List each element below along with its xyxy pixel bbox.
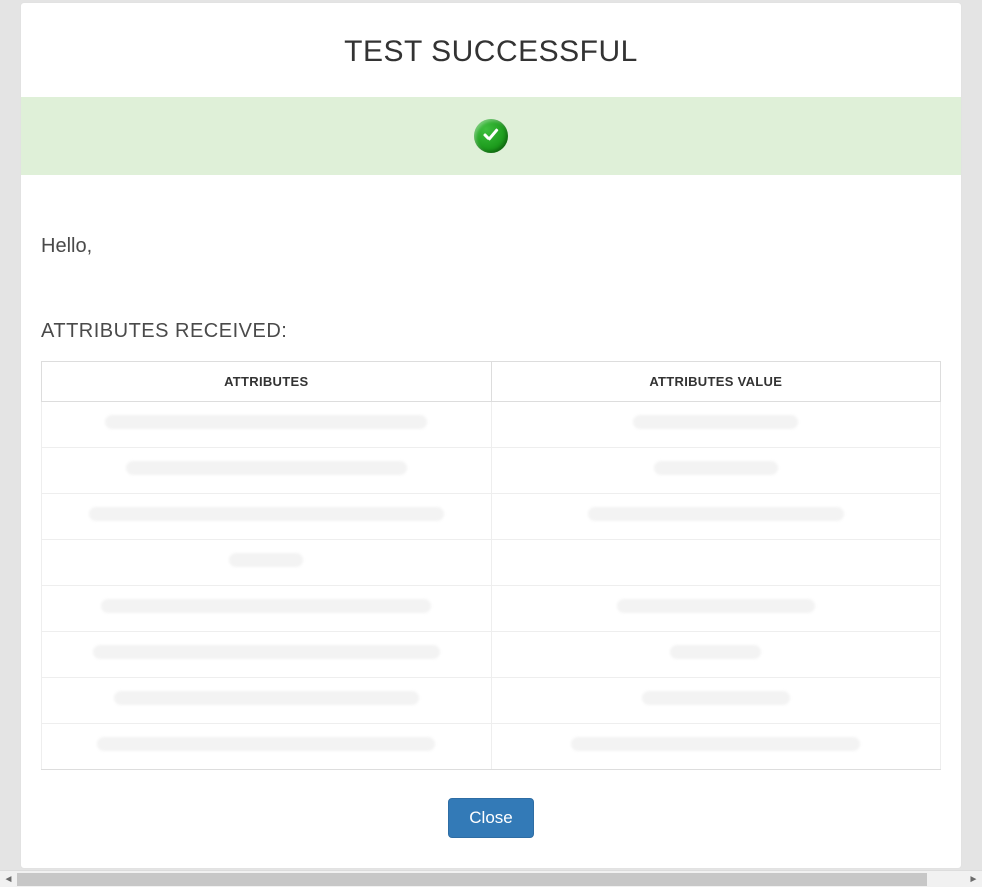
page-title: TEST SUCCESSFUL	[21, 3, 961, 97]
attributes-table: ATTRIBUTES ATTRIBUTES VALUE	[41, 361, 941, 770]
button-row: Close	[41, 798, 941, 838]
table-row	[42, 540, 941, 586]
col-header-values: ATTRIBUTES VALUE	[491, 362, 941, 402]
table-row	[42, 448, 941, 494]
scroll-left-arrow-icon[interactable]: ◄	[0, 871, 17, 887]
dialog-scroll-area[interactable]: TEST SUCCESSFUL Hello, ATTRIBUTES RECEIV…	[0, 0, 982, 887]
horizontal-scrollbar[interactable]: ◄ ►	[0, 870, 982, 887]
scrollbar-thumb[interactable]	[17, 873, 927, 886]
success-banner	[21, 97, 961, 175]
close-button[interactable]: Close	[448, 798, 533, 838]
attributes-heading: ATTRIBUTES RECEIVED:	[41, 320, 941, 343]
panel-body: Hello, ATTRIBUTES RECEIVED: ATTRIBUTES A…	[21, 175, 961, 838]
check-circle-icon	[474, 119, 508, 153]
table-row	[42, 724, 941, 770]
attributes-tbody	[42, 402, 941, 770]
scroll-right-arrow-icon[interactable]: ►	[965, 871, 982, 887]
result-panel: TEST SUCCESSFUL Hello, ATTRIBUTES RECEIV…	[20, 2, 962, 869]
table-row	[42, 586, 941, 632]
greeting-text: Hello,	[41, 235, 941, 258]
table-row	[42, 678, 941, 724]
scrollbar-track[interactable]	[17, 871, 965, 887]
col-header-attributes: ATTRIBUTES	[42, 362, 492, 402]
table-row	[42, 632, 941, 678]
table-row	[42, 402, 941, 448]
table-row	[42, 494, 941, 540]
